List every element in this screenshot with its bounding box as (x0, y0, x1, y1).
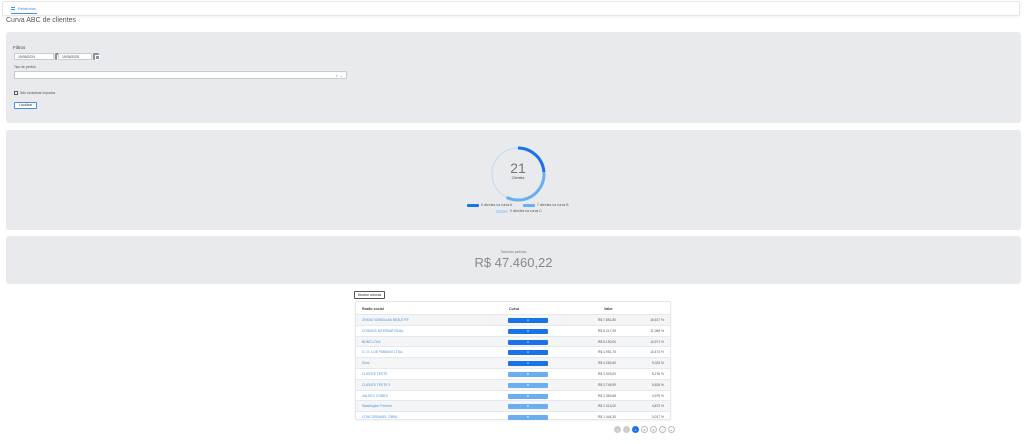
curve-summary-panel: 21 Clientes 5 clientes na curva A 7 clie… (6, 130, 1021, 230)
client-percent: 16,617 % (650, 318, 664, 322)
client-name-link[interactable]: ZHANG WANGLIAN BEAUTIFF (362, 318, 409, 322)
client-value: R$ 5.217,09 (598, 328, 616, 333)
curve-badge: A (508, 328, 548, 334)
table-row: COSMOS INTERNATIONAL A R$ 5.217,09 11,068 % (356, 324, 670, 336)
header-value[interactable]: Valor (604, 307, 613, 311)
pagination: « ‹ 1 2 3 › » (614, 426, 675, 433)
client-value: R$ 2.746,99 (598, 382, 616, 387)
page-button-3[interactable]: 3 (650, 426, 657, 433)
table-row: G. O. L DE FABIANO LTDA A R$ 4.951,70 10,47… (356, 346, 670, 357)
curve-badge: A (508, 339, 548, 345)
client-value: R$ 2.363,68 (598, 393, 616, 398)
last-page-button[interactable]: » (668, 426, 675, 433)
total-label: Total dos pedidos (500, 250, 527, 254)
client-percent: 11,068 % (650, 328, 664, 333)
legend-curve-c: 9 clientes na curva C (496, 209, 542, 213)
curve-badge: B (508, 404, 548, 410)
header-name[interactable]: Razão social (362, 307, 384, 311)
client-name-link[interactable]: BOBÓ LTDA (362, 340, 381, 344)
table-row: ZHANG WANGLIAN BEAUTIFF A R$ 7.851,50 16,61… (356, 314, 670, 325)
client-percent: 10,971 % (650, 339, 664, 344)
client-name-link[interactable]: VALDEC COMEX (362, 394, 388, 398)
client-percent: 4,979 % (651, 393, 664, 398)
legend-swatch (523, 203, 535, 207)
table-body: ZHANG WANGLIAN BEAUTIFF A R$ 7.851,50 16,61… (356, 314, 670, 422)
curve-badge: B (508, 382, 548, 388)
chevron-down-icon[interactable]: ⌄ (340, 73, 343, 78)
total-clients-count: 21 (510, 160, 526, 176)
table-row: BOBÓ LTDA A R$ 5.190,00 10,971 % (356, 335, 670, 347)
client-value: R$ 1.444,30 (598, 415, 616, 420)
legend-curve-a: 5 clientes na curva A (467, 203, 512, 207)
page-title: Curva ABC de clientes (6, 17, 77, 24)
client-value: R$ 2.313,00 (598, 404, 616, 409)
calendar-icon[interactable] (93, 53, 100, 60)
exclude-taxes-label: Não considerar impostos (20, 91, 56, 95)
page-button-2[interactable]: 2 (641, 426, 648, 433)
client-name-link[interactable]: CONCORDAVEL OBRA (362, 415, 397, 419)
menu-icon (11, 7, 15, 10)
legend-curve-b: 7 clientes na curva B (523, 203, 568, 207)
legend-swatch (496, 209, 508, 213)
client-name-link[interactable]: CLIENTE TESTE (362, 372, 387, 376)
order-type-select[interactable]: × ⌄ (14, 71, 347, 79)
tab-relatorios[interactable]: Relatórios (11, 6, 36, 11)
total-panel: Total dos pedidos R$ 47.460,22 (6, 236, 1021, 284)
search-button[interactable]: Localizar (14, 102, 37, 109)
client-name-link[interactable]: Washington Ferreira (362, 404, 392, 408)
curve-badge: B (508, 393, 548, 399)
client-value: R$ 3.929,00 (598, 371, 616, 376)
total-value: R$ 47.460,22 (474, 255, 553, 270)
table-row: CONCORDAVEL OBRA B R$ 1.444,30 3,017 % (356, 411, 670, 422)
next-page-button[interactable]: › (659, 426, 666, 433)
legend-label: 7 clientes na curva B (537, 203, 569, 207)
client-value: R$ 4.951,70 (598, 350, 616, 355)
client-value: R$ 7.851,50 (598, 318, 616, 322)
table-header: Razão social Curva Valor (356, 302, 670, 314)
client-percent: 3,017 % (651, 415, 664, 420)
client-name-link[interactable]: CLIENTE TESTE 3 (362, 383, 390, 387)
header-curve[interactable]: Curva (509, 307, 519, 311)
filters-title: Filtros (13, 45, 26, 50)
legend-label: 5 clientes na curva A (481, 203, 513, 207)
exclude-taxes-checkbox[interactable] (14, 91, 18, 95)
table-row: Washington Ferreira B R$ 2.313,00 4,873 % (356, 400, 670, 412)
first-page-button[interactable]: « (614, 426, 621, 433)
table-row: CLIENTE TESTE B R$ 3.929,00 8,278 % (356, 367, 670, 379)
top-nav-bar: Relatórios (2, 1, 1020, 16)
start-date-input[interactable]: 19/05/2024 (14, 53, 54, 60)
tab-active-indicator (11, 13, 37, 14)
client-name-link[interactable]: COSMOS INTERNATIONAL (362, 329, 404, 333)
curve-badge: A (508, 361, 548, 367)
donut-center: 21 Clientes (488, 160, 548, 180)
filters-panel: Filtros 19/05/2024 19/05/2025 Tipo de pe… (6, 32, 1021, 123)
curve-badge: B (508, 415, 548, 421)
tab-label: Relatórios (18, 6, 37, 11)
legend-swatch (467, 203, 479, 207)
table-row: CLIENTE TESTE 3 B R$ 2.746,99 5,628 % (356, 378, 670, 390)
client-name-link[interactable]: Sinol (362, 361, 369, 365)
client-name-link[interactable]: G. O. L DE FABIANO LTDA (362, 350, 402, 354)
curve-badge: A (508, 350, 548, 356)
table-row: Sinol A R$ 4.282,60 9,023 % (356, 357, 670, 368)
total-clients-label: Clientes (511, 176, 525, 180)
client-percent: 9,023 % (651, 361, 664, 366)
table-row: VALDEC COMEX B R$ 2.363,68 4,979 % (356, 389, 670, 401)
client-percent: 8,278 % (651, 371, 664, 376)
curve-badge: B (508, 371, 548, 377)
prev-page-button[interactable]: ‹ (623, 426, 630, 433)
client-value: R$ 4.282,60 (598, 361, 616, 366)
client-percent: 5,628 % (651, 382, 664, 387)
clear-icon[interactable]: × (336, 73, 338, 78)
legend-label: 9 clientes na curva C (510, 209, 542, 213)
end-date-input[interactable]: 19/05/2025 (58, 53, 92, 60)
order-type-label: Tipo de pedido (14, 65, 36, 69)
page-button-1[interactable]: 1 (632, 426, 639, 433)
client-percent: 10,474 % (650, 350, 664, 355)
show-columns-button[interactable]: Mostrar colunas (354, 291, 385, 299)
client-value: R$ 5.190,00 (598, 339, 616, 344)
client-percent: 4,873 % (651, 404, 664, 409)
curve-badge: A (508, 318, 548, 323)
clients-table: Razão social Curva Valor ZHANG WANGLIAN … (355, 301, 671, 422)
